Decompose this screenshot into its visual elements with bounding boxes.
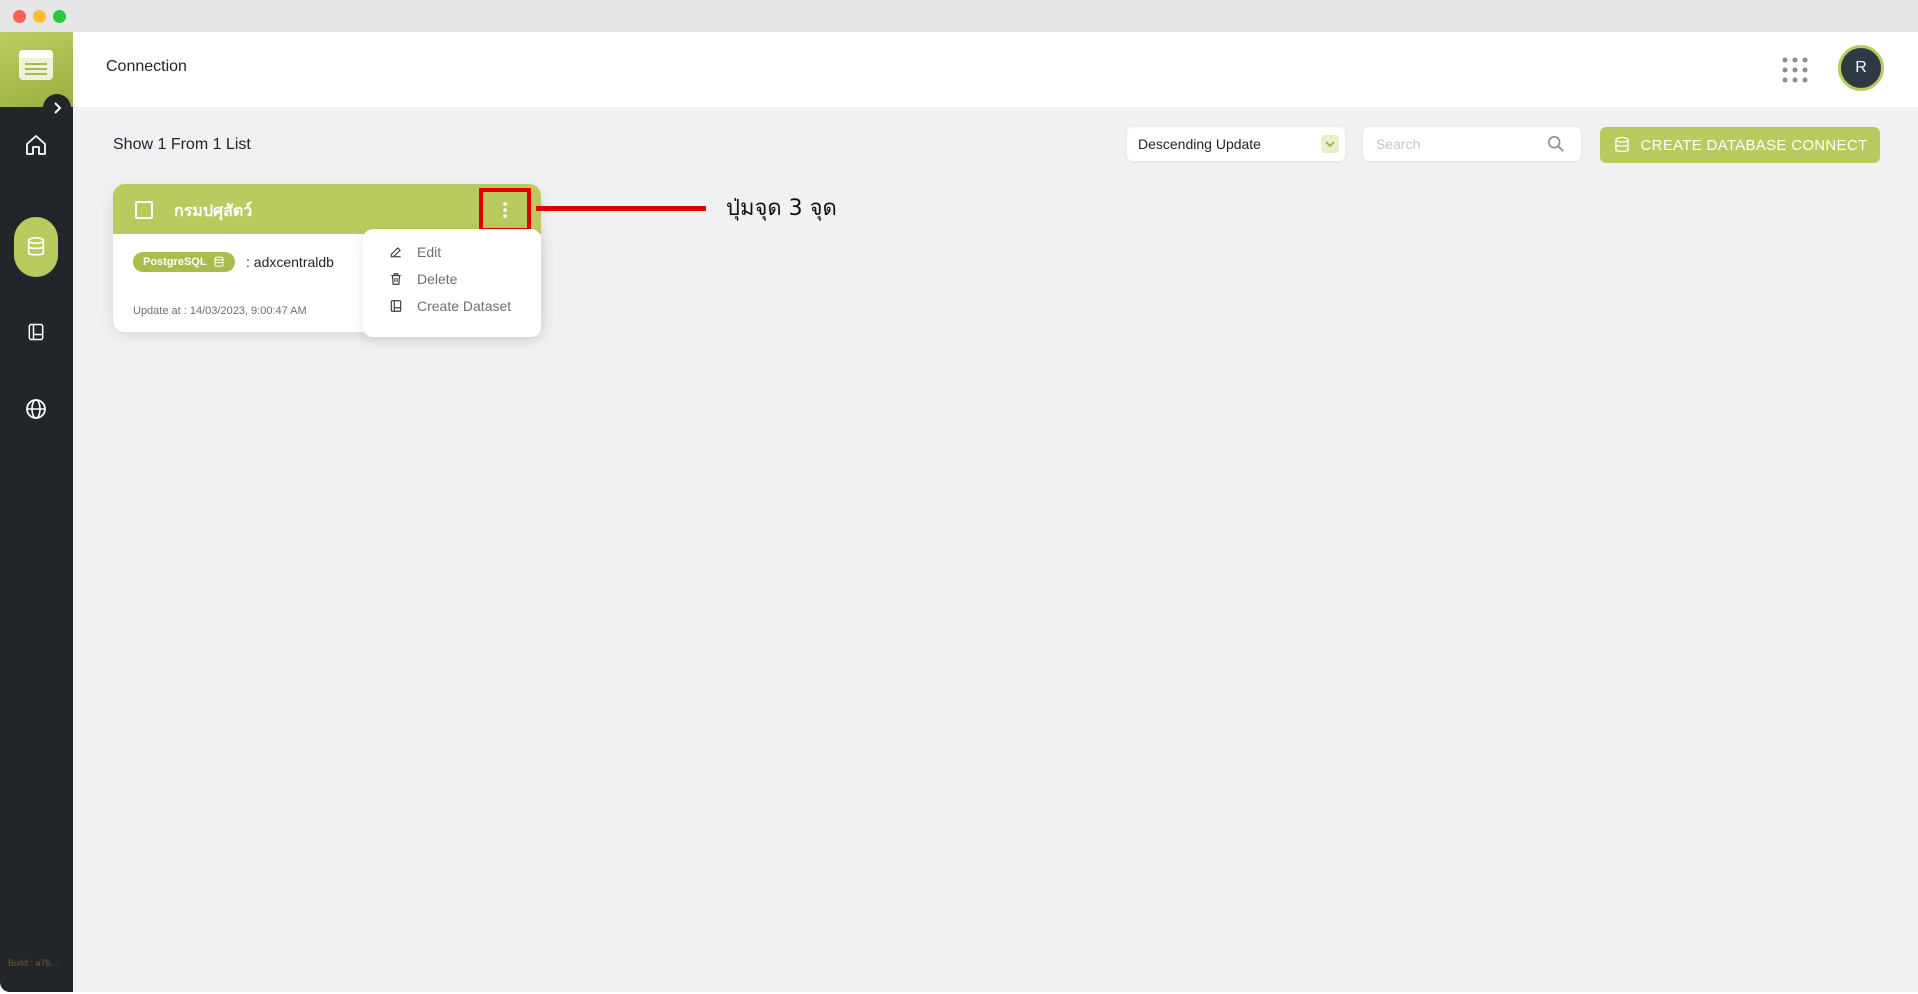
db-type-label: PostgreSQL (143, 256, 207, 268)
apps-grid-button[interactable] (1781, 56, 1809, 84)
search-icon[interactable] (1547, 135, 1565, 158)
search-input[interactable] (1374, 135, 1538, 153)
window-titlebar (0, 0, 1918, 32)
user-avatar[interactable]: R (1838, 45, 1884, 91)
edit-icon (390, 247, 401, 258)
sidebar: Build : a76... (0, 32, 73, 992)
annotation-label: ปุ่มจุด 3 จุด (726, 196, 837, 221)
database-icon (27, 237, 45, 256)
book-icon (28, 323, 44, 341)
chevron-right-icon (54, 102, 62, 114)
card-checkbox[interactable] (135, 201, 153, 219)
chevron-down-icon (1321, 135, 1339, 153)
card-title: กรมปศุสัตว์ (174, 203, 253, 220)
top-header: Connection R (73, 32, 1918, 107)
logo-icon (19, 50, 53, 80)
sidebar-item-dataset[interactable] (14, 310, 58, 354)
menu-item-label: Delete (417, 271, 458, 287)
page-title: Connection (106, 58, 187, 75)
grid-icon (1782, 57, 1808, 83)
menu-item-create-dataset[interactable]: Create Dataset (389, 295, 511, 317)
menu-item-edit[interactable]: Edit (389, 241, 441, 263)
trash-icon (391, 273, 401, 285)
sidebar-item-web[interactable] (14, 387, 58, 431)
globe-icon (26, 399, 46, 419)
sidebar-expand-button[interactable] (43, 94, 71, 122)
updated-timestamp: Update at : 14/03/2023, 9:00:47 AM (133, 305, 307, 317)
sort-select-value: Descending Update (1138, 136, 1261, 152)
dataset-icon (390, 300, 402, 312)
db-name: : adxcentraldb (246, 254, 334, 270)
menu-item-delete[interactable]: Delete (389, 268, 457, 290)
close-window-button[interactable] (13, 10, 26, 23)
sidebar-item-database[interactable] (14, 217, 58, 277)
database-icon (1614, 136, 1629, 153)
build-label: Build : a76... (8, 958, 59, 968)
database-icon (214, 256, 224, 267)
card-options-menu: Edit Delete Create Dataset (363, 229, 541, 337)
list-count-text: Show 1 From 1 List (113, 136, 251, 153)
card-header: กรมปศุสัตว์ (113, 184, 541, 234)
avatar-initial: R (1855, 59, 1867, 76)
more-options-button[interactable] (479, 188, 531, 232)
db-type-badge: PostgreSQL (133, 252, 235, 272)
annotation-line (536, 206, 706, 211)
more-vertical-icon (503, 202, 507, 218)
create-database-connect-button[interactable]: CREATE DATABASE CONNECT (1600, 127, 1880, 163)
create-button-label: CREATE DATABASE CONNECT (1640, 136, 1868, 154)
menu-item-label: Create Dataset (417, 298, 512, 314)
sort-select[interactable]: Descending Update (1127, 127, 1345, 161)
minimize-window-button[interactable] (33, 10, 46, 23)
sidebar-item-home[interactable] (14, 123, 58, 167)
maximize-window-button[interactable] (53, 10, 66, 23)
main-content: Show 1 From 1 List Descending Update CRE… (73, 107, 1918, 992)
search-box (1363, 127, 1581, 161)
home-icon (26, 135, 46, 155)
menu-item-label: Edit (417, 244, 442, 260)
